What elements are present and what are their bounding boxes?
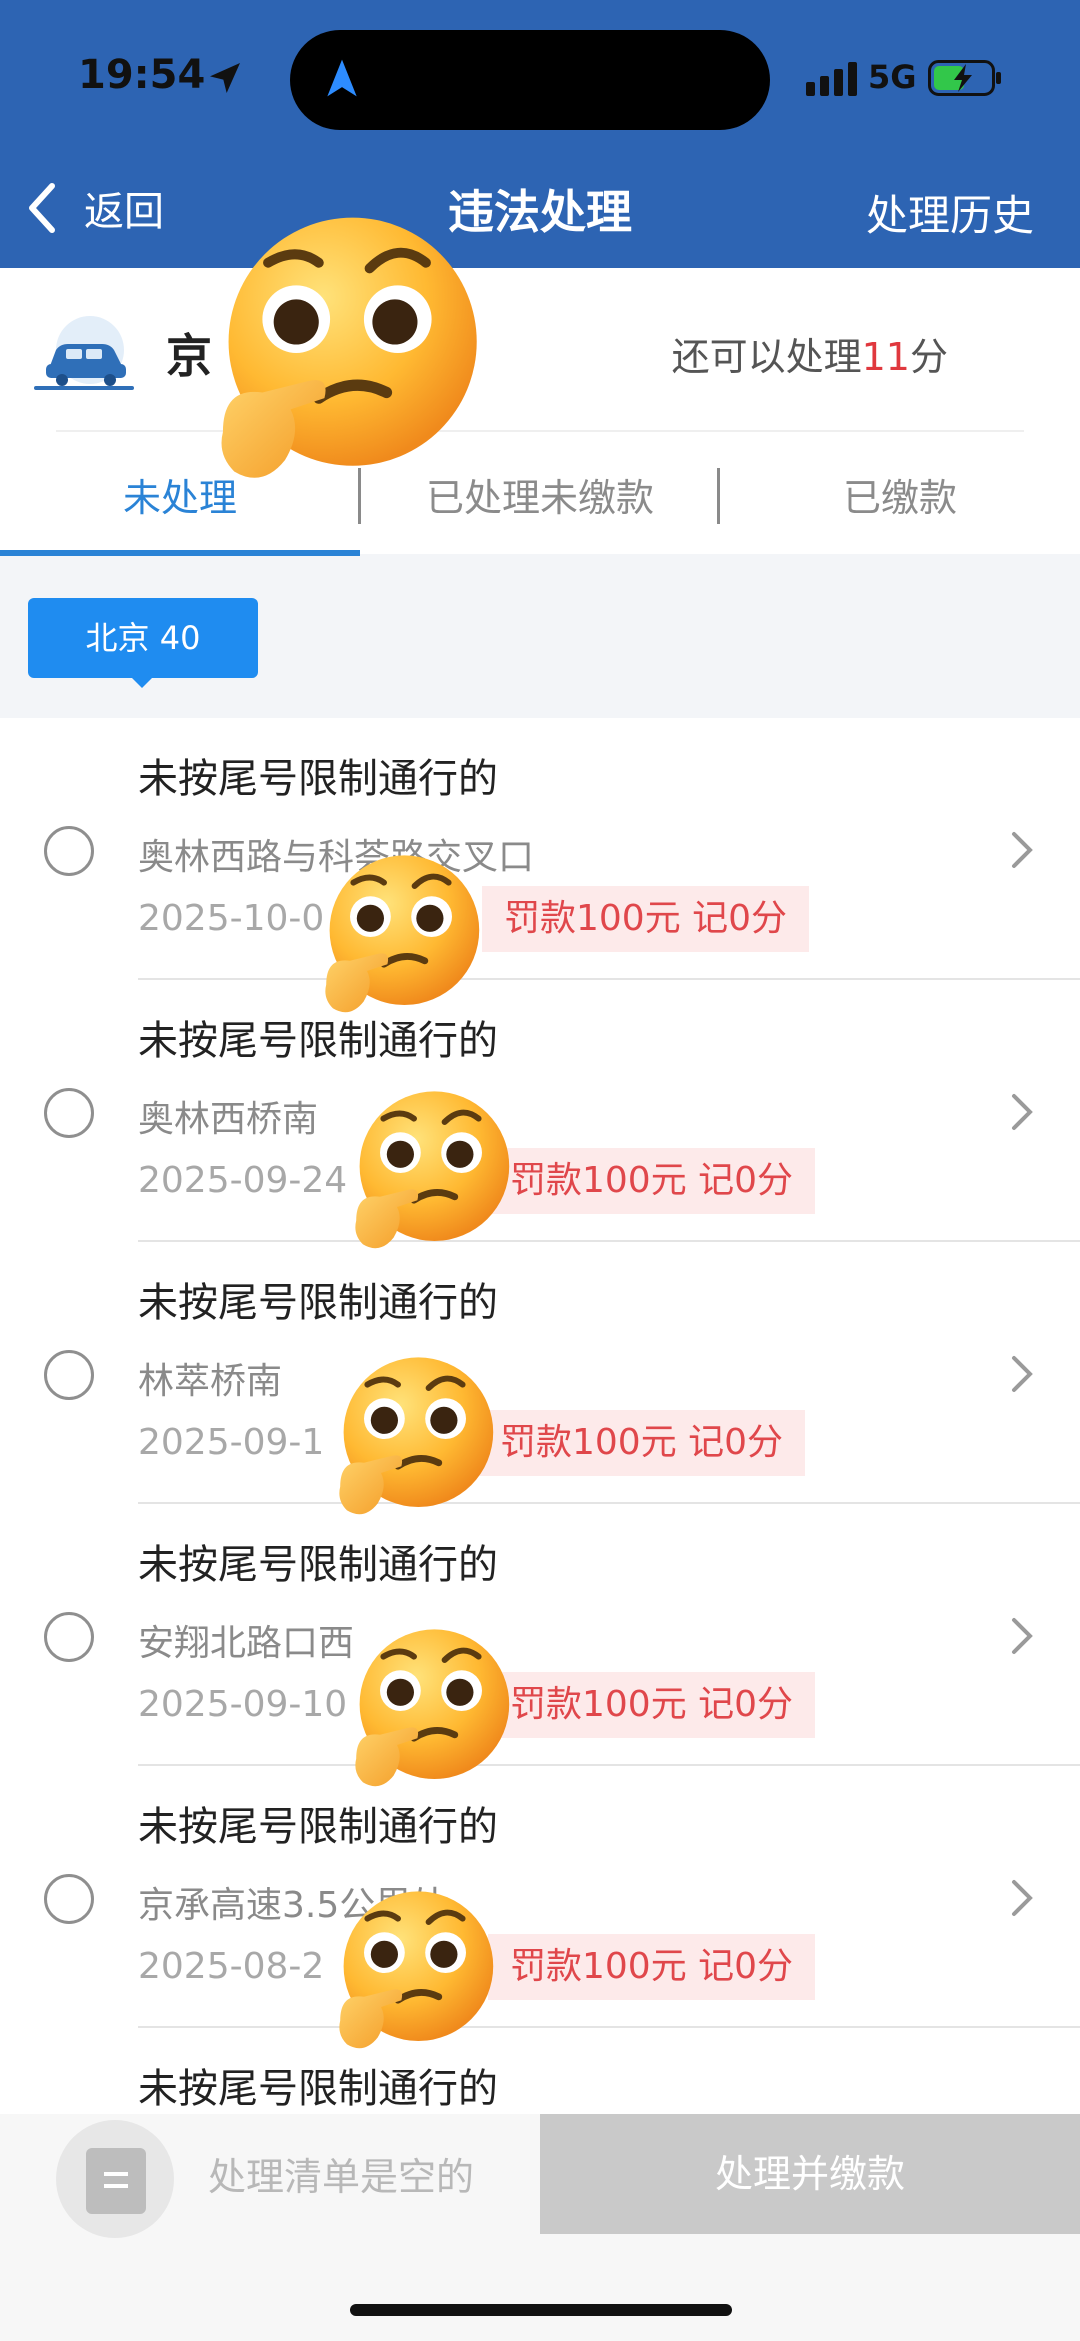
violation-date: 2025-10-0 <box>138 898 325 939</box>
violation-row[interactable]: 未按尾号限制通行的 林萃桥南 2025-09-1 罚款100元 记0分 <box>0 1242 1080 1504</box>
violation-date: 2025-09-24 <box>138 1160 348 1201</box>
history-button[interactable]: 处理历史 <box>866 182 1034 243</box>
violation-location: 安翔北路口西 <box>138 1623 355 1664</box>
vehicle-card: 京 还可以处理11分 未处理 已处理未缴款 已缴款 <box>0 268 1080 556</box>
signal-icon <box>806 62 857 96</box>
violation-list: 未按尾号限制通行的 奥林西路与科荟路交叉口 2025-10-0 罚款100元 记… <box>0 718 1080 2114</box>
fine-badge: 罚款100元 记0分 <box>488 1148 816 1214</box>
select-radio[interactable] <box>44 1350 94 1400</box>
chevron-right-icon <box>1012 1356 1033 1392</box>
violation-title: 未按尾号限制通行的 <box>138 756 498 802</box>
fine-badge: 罚款100元 记0分 <box>478 1410 806 1476</box>
empty-list-text: 处理清单是空的 <box>208 2155 475 2199</box>
chevron-right-icon <box>1012 1618 1033 1654</box>
chevron-right-icon <box>1012 832 1033 868</box>
violation-row[interactable]: 未按尾号限制通行的 奥林西路与科荟路交叉口 2025-10-0 罚款100元 记… <box>0 718 1080 980</box>
navigation-arrow-icon <box>327 59 357 97</box>
violation-date: 2025-09-10 <box>138 1684 348 1725</box>
tab-paid[interactable]: 已缴款 <box>720 448 1080 548</box>
tab-bar: 未处理 已处理未缴款 已缴款 <box>0 448 1080 554</box>
thinking-face-emoji <box>346 1626 516 1796</box>
points-value: 11 <box>861 335 910 379</box>
select-radio[interactable] <box>44 1088 94 1138</box>
home-indicator[interactable] <box>350 2304 732 2316</box>
violation-date: 2025-09-1 <box>138 1422 325 1463</box>
status-time: 19:54 <box>78 52 206 98</box>
region-chip[interactable]: 北京 40 <box>28 598 258 678</box>
select-radio[interactable] <box>44 826 94 876</box>
violation-title: 未按尾号限制通行的 <box>138 1542 498 1588</box>
thinking-face-emoji <box>330 1354 500 1524</box>
points-suffix: 分 <box>909 335 948 379</box>
list-doc-icon <box>86 2148 146 2214</box>
points-prefix: 还可以处理 <box>671 335 862 379</box>
select-radio[interactable] <box>44 1612 94 1662</box>
process-and-pay-button[interactable]: 处理并缴款 <box>540 2114 1080 2234</box>
fine-badge: 罚款100元 记0分 <box>482 886 810 952</box>
chevron-right-icon <box>1012 1094 1033 1130</box>
violation-row[interactable]: 未按尾号限制通行的 京承高速3.5公里处 2025-08-2 罚款100元 记0… <box>0 1766 1080 2028</box>
header-bar: 19:54 5G 返回 违法处理 处理历史 <box>0 0 1080 268</box>
violation-location: 奥林西桥南 <box>138 1099 319 1140</box>
violation-title: 未按尾号限制通行的 <box>138 1280 498 1326</box>
fine-badge: 罚款100元 记0分 <box>488 1672 816 1738</box>
network-type: 5G <box>868 58 917 96</box>
thinking-face-emoji <box>316 852 486 1022</box>
violation-row[interactable]: 未按尾号限制通行的 <box>0 2028 1080 2114</box>
select-radio[interactable] <box>44 1874 94 1924</box>
thinking-face-emoji <box>346 1088 516 1258</box>
violation-title: 未按尾号限制通行的 <box>138 1804 498 1850</box>
thinking-face-emoji <box>330 1888 500 2058</box>
remaining-points: 还可以处理11分 <box>672 326 948 381</box>
violation-row[interactable]: 未按尾号限制通行的 安翔北路口西 2025-09-10 罚款100元 记0分 <box>0 1504 1080 1766</box>
chevron-right-icon <box>1012 1880 1033 1916</box>
violation-row[interactable]: 未按尾号限制通行的 奥林西桥南 2025-09-24 罚款100元 记0分 <box>0 980 1080 1242</box>
fine-badge: 罚款100元 记0分 <box>488 1934 816 2000</box>
region-chip-pointer <box>130 676 154 688</box>
thinking-face-emoji <box>206 212 488 494</box>
location-arrow-icon <box>210 63 240 93</box>
tab-separator <box>717 468 720 524</box>
violation-location: 林萃桥南 <box>138 1361 283 1402</box>
divider <box>56 430 1024 432</box>
tab-active-indicator <box>0 550 360 556</box>
violation-date: 2025-08-2 <box>138 1946 325 1987</box>
violation-title: 未按尾号限制通行的 <box>138 2066 498 2112</box>
car-icon <box>34 316 134 390</box>
battery-charging-icon <box>928 60 1001 96</box>
